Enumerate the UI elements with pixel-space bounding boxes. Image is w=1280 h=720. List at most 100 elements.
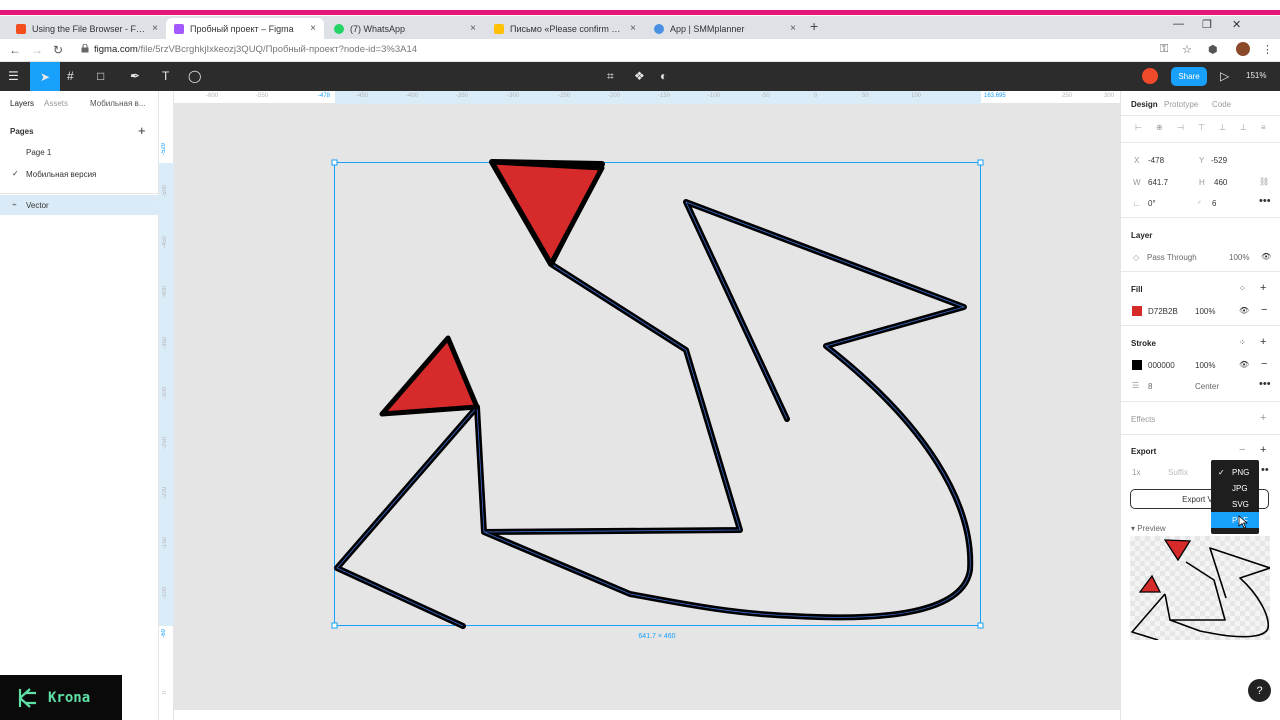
help-button[interactable]: ? [1248,679,1271,702]
add-effect-button[interactable]: + [1260,412,1266,424]
page-selector[interactable]: Мобильная в... [90,99,145,108]
key-icon[interactable]: ⚿ [1160,43,1168,56]
export-scale-select[interactable]: 1x [1132,468,1140,477]
constrain-proportions-icon[interactable]: ⛓ [1259,177,1269,186]
move-tool-icon[interactable]: ➤ [30,62,60,91]
mask-icon[interactable]: ◐ [660,69,667,83]
present-play-icon[interactable]: ▷ [1220,69,1229,83]
tab-design[interactable]: Design [1131,100,1158,109]
tab-layers[interactable]: Layers [10,99,34,108]
fill-visibility-eye-icon[interactable]: 👁 [1239,306,1249,315]
close-tab-icon[interactable]: × [630,23,636,34]
width-input[interactable]: 641.7 [1148,178,1168,187]
export-format-dropdown[interactable]: ✓ PNG JPG SVG PDF [1211,460,1259,534]
page-item-active[interactable]: Мобильная версия [26,170,96,179]
fill-opacity-input[interactable]: 100% [1195,307,1215,316]
browser-tab-active[interactable]: Пробный проект – Figma × [166,18,324,39]
comment-tool-icon[interactable]: ◯ [188,69,201,83]
add-page-button[interactable]: + [138,123,146,138]
bookmark-star-icon[interactable]: ☆ [1182,43,1192,56]
vector-drawing[interactable]: 641.7 × 460 [174,104,1120,710]
stroke-align-select[interactable]: Center [1195,382,1219,391]
browser-tab[interactable]: (7) WhatsApp × [326,18,484,39]
style-grid-icon[interactable]: ⁘ [1239,284,1246,293]
remove-fill-button[interactable]: − [1261,304,1267,316]
tab-prototype[interactable]: Prototype [1164,100,1198,109]
minimize-window-icon[interactable]: — [1173,18,1184,30]
pen-tool-icon[interactable]: ✒ [130,69,140,83]
text-tool-icon[interactable]: T [162,69,169,83]
fill-hex-input[interactable]: D72B2B [1148,307,1178,316]
shape-tool-icon[interactable]: □ [97,69,104,83]
format-option-png[interactable]: ✓ PNG [1211,464,1259,480]
browser-tab[interactable]: Using the File Browser - Figma × [8,18,166,39]
rotation-input[interactable]: 0° [1148,199,1156,208]
close-tab-icon[interactable]: × [470,23,476,34]
add-stroke-button[interactable]: + [1260,336,1266,348]
resize-handle[interactable] [331,622,338,629]
layer-row-selected[interactable]: ⌁ Vector [0,195,159,215]
distribute-icon[interactable]: ≡ [1261,123,1266,132]
browser-tab[interactable]: App | SMMplanner × [646,18,804,39]
add-export-button[interactable]: + [1260,444,1266,456]
tab-assets[interactable]: Assets [44,99,68,108]
align-top-icon[interactable]: ⊤ [1198,123,1205,132]
x-input[interactable]: -478 [1148,156,1164,165]
extension-shield-icon[interactable]: ⬢ [1208,43,1218,56]
add-fill-button[interactable]: + [1260,282,1266,294]
zoom-level[interactable]: 151% [1246,71,1266,80]
back-arrow-icon[interactable]: ← [9,43,21,57]
close-tab-icon[interactable]: × [310,23,316,34]
align-left-icon[interactable]: ⊢ [1135,123,1142,132]
format-option-jpg[interactable]: JPG [1211,480,1259,496]
remove-export-button[interactable]: − [1239,444,1245,456]
visibility-eye-icon[interactable]: 👁 [1261,252,1271,261]
resize-handle[interactable] [331,159,338,166]
tab-code[interactable]: Code [1212,100,1231,109]
height-input[interactable]: 460 [1214,178,1227,187]
crop-icon[interactable]: ⌗ [607,69,614,84]
stroke-hex-input[interactable]: 000000 [1148,361,1175,370]
resize-handle[interactable] [977,622,984,629]
new-tab-button[interactable]: + [810,18,818,34]
format-option-pdf[interactable]: PDF [1211,512,1259,528]
preview-toggle[interactable]: ▾ Preview [1131,524,1166,533]
red-triangle-left[interactable] [379,335,480,417]
share-button[interactable]: Share [1171,67,1207,86]
stroke-color-swatch[interactable] [1132,360,1142,370]
align-bottom-icon[interactable]: ⊥ [1240,123,1247,132]
url-field[interactable]: figma.com/file/5rzVBcrghkjIxkeozj3QUQ/Пр… [94,44,417,55]
stroke-visibility-eye-icon[interactable]: 👁 [1239,360,1249,369]
align-middle-icon[interactable]: ⊥ [1219,123,1226,132]
browser-menu-icon[interactable]: ⋮ [1262,43,1273,56]
reload-icon[interactable]: ↻ [53,43,63,57]
frame-tool-icon[interactable]: # [67,69,74,83]
style-grid-icon[interactable]: ⁘ [1239,338,1246,347]
close-window-icon[interactable]: ✕ [1232,18,1241,31]
forward-arrow-icon[interactable]: → [31,43,43,57]
component-icon[interactable]: ❖ [634,69,645,83]
layer-opacity-input[interactable]: 100% [1229,253,1249,262]
blend-mode-select[interactable]: Pass Through [1147,253,1197,262]
page-item[interactable]: Page 1 [26,148,51,157]
resize-handle[interactable] [977,159,984,166]
maximize-window-icon[interactable]: ❐ [1202,18,1212,31]
corner-radius-input[interactable]: 6 [1212,199,1216,208]
red-triangle-top[interactable] [489,159,605,267]
browser-tab[interactable]: Письмо «Please confirm your email» × [486,18,644,39]
close-tab-icon[interactable]: × [152,23,158,34]
align-right-icon[interactable]: ⊣ [1177,123,1184,132]
stroke-opacity-input[interactable]: 100% [1195,361,1215,370]
remove-stroke-button[interactable]: − [1261,358,1267,370]
profile-avatar[interactable] [1236,42,1250,56]
more-options-icon[interactable]: ••• [1259,195,1271,207]
y-input[interactable]: -529 [1211,156,1227,165]
align-center-icon[interactable]: ⊕ [1156,123,1163,132]
stroke-weight-input[interactable]: 8 [1148,382,1152,391]
export-suffix-input[interactable]: Suffix [1168,468,1188,477]
format-option-svg[interactable]: SVG [1211,496,1259,512]
close-tab-icon[interactable]: × [790,23,796,34]
main-menu-icon[interactable]: ☰ [8,69,19,83]
export-more-options-icon[interactable]: •• [1261,464,1269,476]
design-canvas[interactable]: 641.7 × 460 [174,104,1120,710]
